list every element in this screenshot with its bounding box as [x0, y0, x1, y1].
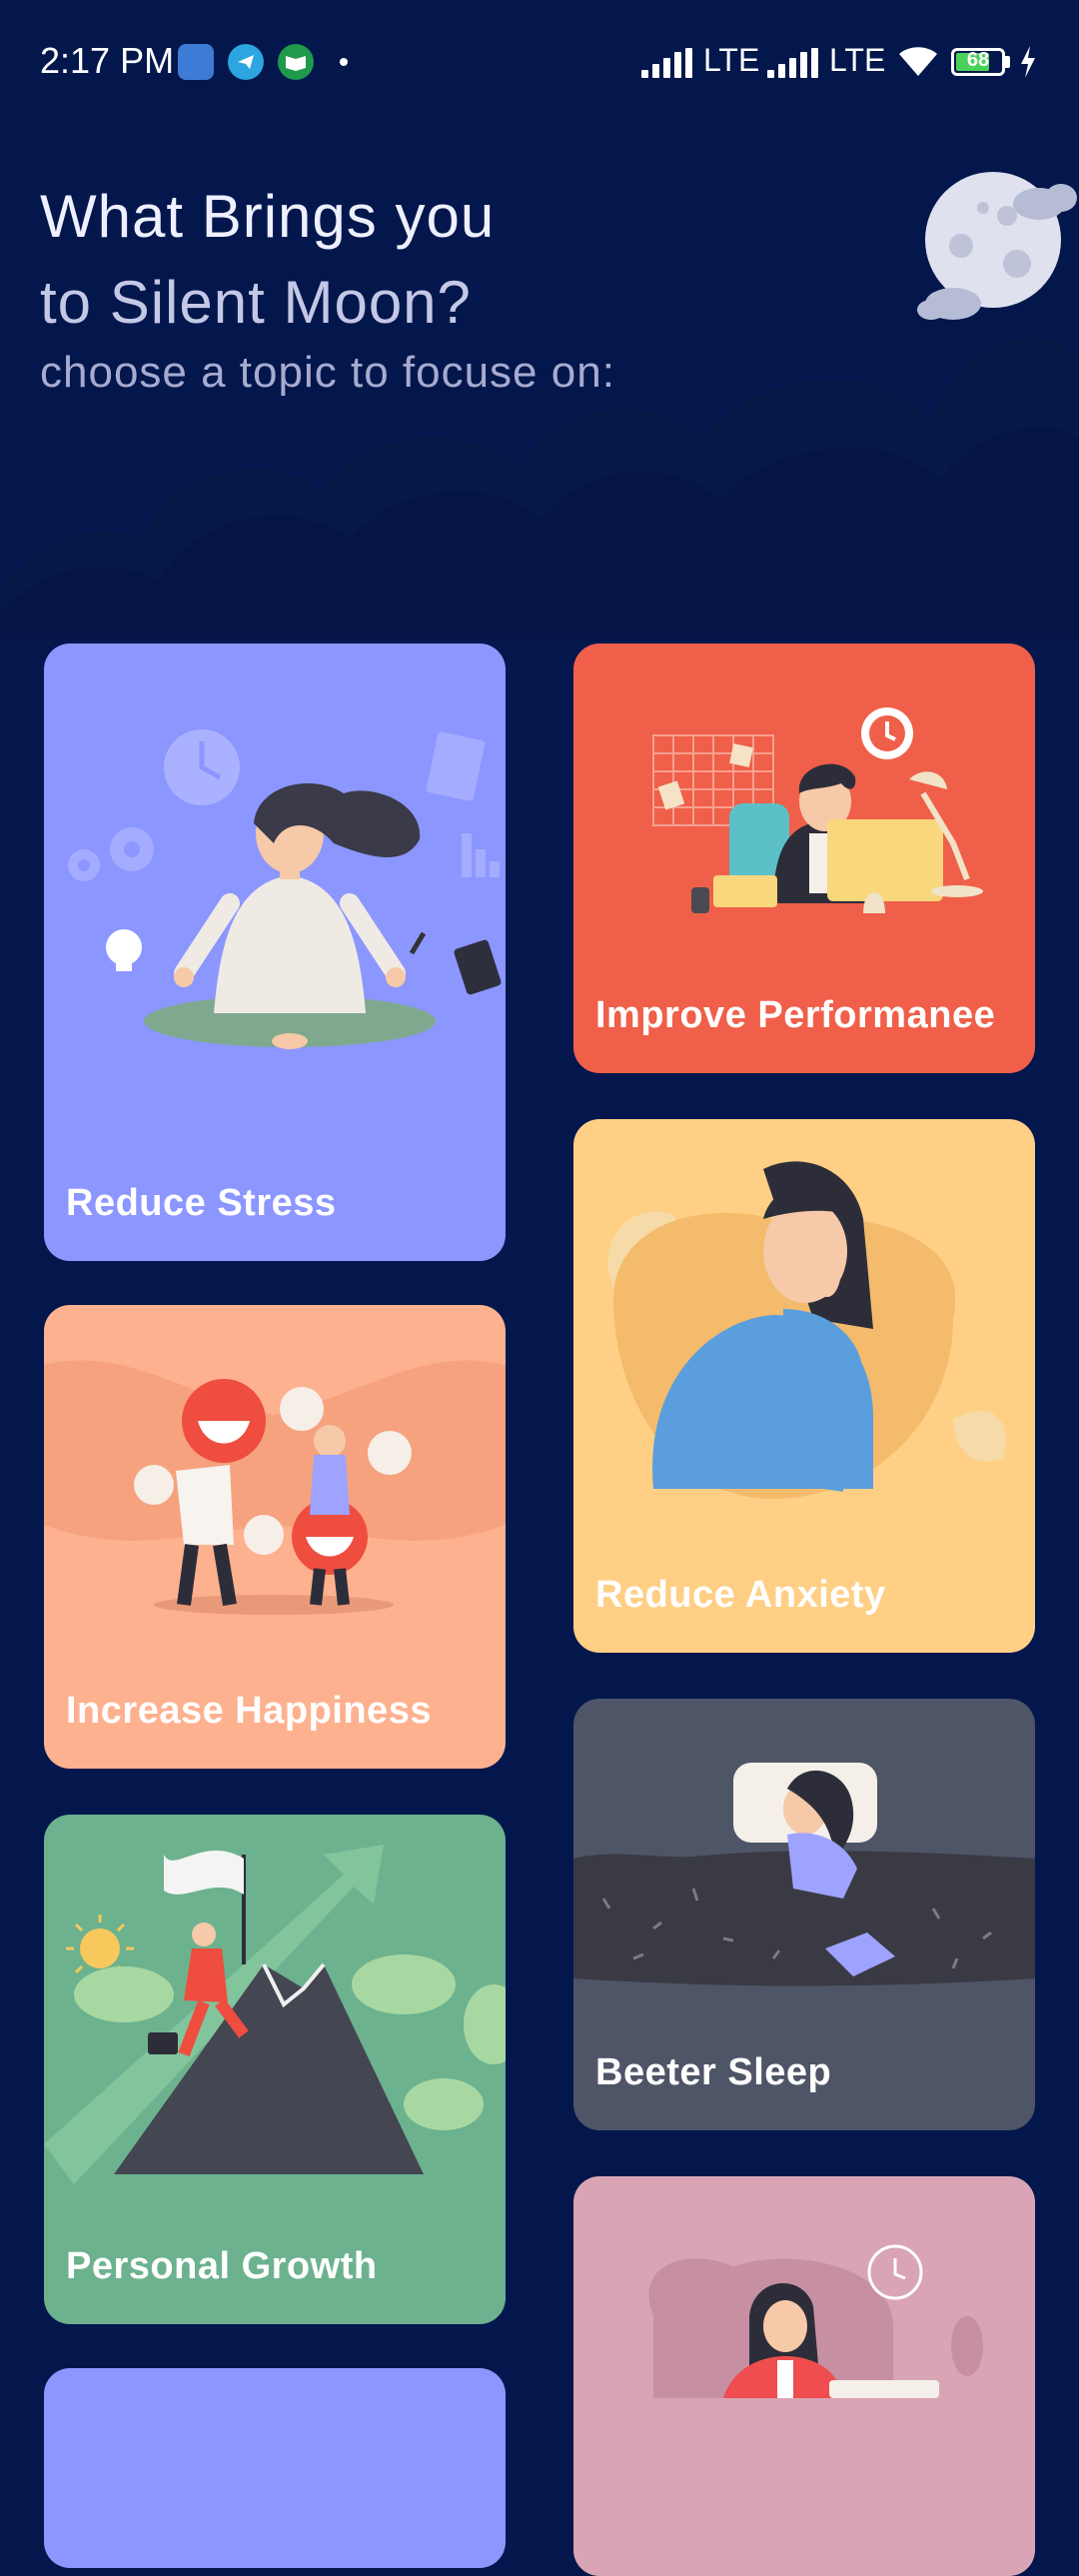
battery-level: 68: [966, 49, 990, 71]
book-icon: [286, 56, 306, 71]
topic-card-increase-happiness[interactable]: Increase Happiness: [44, 1305, 506, 1769]
charging-icon: [1021, 46, 1035, 78]
topic-label: Beeter Sleep: [595, 2051, 832, 2093]
signal-icon: [767, 48, 818, 78]
status-time: 2:17 PM: [40, 40, 175, 81]
meditating-woman-illustration: [68, 729, 502, 1049]
topic-card-better-sleep[interactable]: Beeter Sleep: [573, 1699, 1035, 2130]
moon-illustration: [917, 172, 1077, 320]
topic-label: Reduce Anxiety: [595, 1574, 886, 1616]
page-title: What Brings you: [40, 183, 496, 250]
topic-card-reduce-anxiety[interactable]: Reduce Anxiety: [573, 1119, 1035, 1653]
sleeping-woman-illustration: [573, 1763, 1035, 1986]
mountain-climber-illustration: [44, 1845, 506, 2184]
notification-dot: [340, 58, 348, 66]
topic-card-partial-right[interactable]: [573, 2176, 1035, 2576]
paper-plane-icon: [238, 55, 254, 69]
wifi-icon: [899, 47, 937, 76]
network-type-1: LTE: [703, 42, 760, 78]
page-subtitle: choose a topic to focuse on:: [40, 348, 615, 397]
working-man-illustration: [652, 707, 983, 913]
topic-card-partial-left[interactable]: [44, 2368, 506, 2568]
network-type-2: LTE: [829, 42, 886, 78]
topic-label: Reduce Stress: [66, 1182, 337, 1224]
woman-at-desk-illustration: [648, 2244, 983, 2398]
battery-tip: [1005, 56, 1010, 68]
topic-card-personal-growth[interactable]: Personal Growth: [44, 1815, 506, 2324]
topic-card-reduce-stress[interactable]: Reduce Stress: [44, 644, 506, 1261]
topic-label: Personal Growth: [66, 2245, 378, 2287]
topic-label: Increase Happiness: [66, 1690, 432, 1732]
page-title-line2: to Silent Moon?: [40, 269, 472, 336]
battery-icon: 68: [951, 48, 1005, 76]
anxious-woman-illustration: [607, 1161, 1006, 1499]
usb-debug-icon: [178, 44, 214, 80]
topic-card-improve-performance[interactable]: Improve Performanee: [573, 644, 1035, 1073]
happy-people-illustration: [44, 1360, 506, 1615]
signal-icon: [641, 48, 692, 78]
topic-label: Improve Performanee: [595, 994, 996, 1036]
